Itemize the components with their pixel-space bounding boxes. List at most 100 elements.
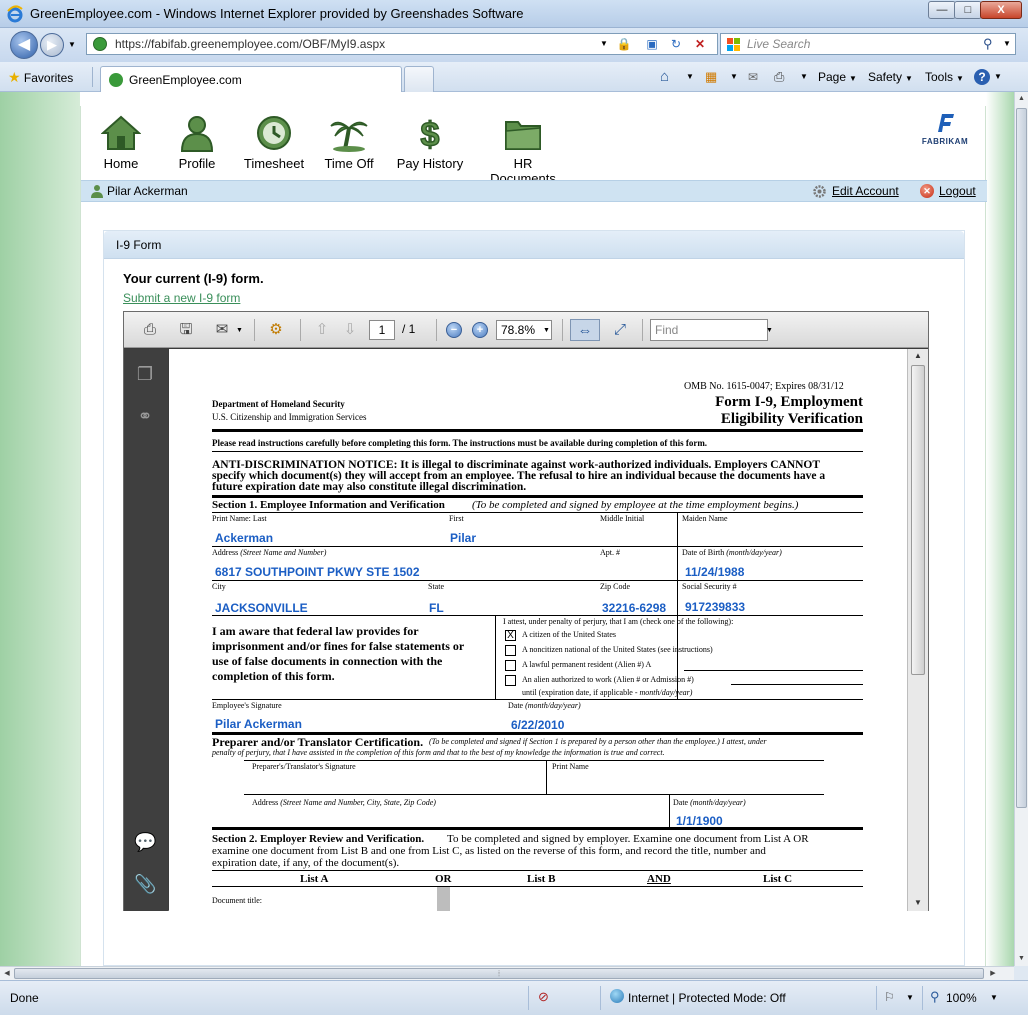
pdf-scroll-thumb[interactable]	[911, 365, 925, 675]
next-page-icon[interactable]: ⇩	[338, 319, 362, 341]
search-magnifier-icon[interactable]: ⚲	[983, 36, 993, 52]
url-field[interactable]: https://fabifab.greenemployee.com/OBF/My…	[86, 33, 718, 55]
logout-link[interactable]: Logout	[939, 184, 976, 198]
submit-new-i9-link[interactable]: Submit a new I-9 form	[123, 291, 240, 305]
compatibility-icon[interactable]: ▣	[643, 36, 661, 52]
label-dob-text: Date of Birth	[682, 548, 725, 557]
last-name-value[interactable]: Ackerman	[215, 531, 273, 545]
rule	[212, 870, 863, 871]
prev-page-icon[interactable]: ⇧	[310, 319, 334, 341]
zoom-level-text[interactable]: 100%	[946, 991, 977, 1005]
employee-signature-value[interactable]: Pilar Ackerman	[215, 717, 302, 731]
help-dropdown-icon[interactable]: ▼	[994, 68, 1002, 86]
ssn-value[interactable]: 917239833	[685, 600, 745, 614]
home-page-icon[interactable]: ⌂	[660, 68, 669, 86]
checkbox-noncitizen[interactable]	[505, 645, 516, 656]
page-menu[interactable]: Page ▼	[818, 68, 857, 86]
pdf-acrobat-icon[interactable]: ⚙	[264, 319, 288, 341]
print-dropdown-icon[interactable]: ▼	[800, 68, 808, 86]
mail-icon[interactable]: ✉	[748, 68, 758, 86]
maximize-button[interactable]: □	[954, 1, 982, 19]
find-dropdown-icon[interactable]: ▼	[766, 327, 773, 334]
pdf-email-dropdown-icon[interactable]: ▼	[236, 327, 243, 334]
city-value[interactable]: JACKSONVILLE	[215, 601, 308, 615]
stop-icon[interactable]: ✕	[691, 36, 709, 52]
protected-mode-dropdown-icon[interactable]: ▼	[906, 993, 914, 1002]
browser-horizontal-scrollbar[interactable]: ◀ ⦙ ▶	[0, 966, 1014, 980]
scroll-left-icon[interactable]: ◀	[0, 967, 14, 980]
find-input[interactable]: Find	[650, 319, 768, 341]
back-button[interactable]: ◀	[10, 31, 38, 59]
pdf-scrollbar[interactable]: ▲ ▼	[907, 349, 928, 911]
gear-icon[interactable]	[813, 185, 826, 198]
feeds-icon[interactable]: ▦	[705, 68, 717, 86]
vertical-scroll-thumb[interactable]	[1016, 108, 1027, 808]
until-label: until (expiration date, if applicable -	[522, 688, 638, 697]
history-dropdown-icon[interactable]: ▼	[68, 40, 76, 49]
address-value[interactable]: 6817 SOUTHPOINT PKWY STE 1502	[215, 565, 420, 579]
fit-page-icon[interactable]: ⤢	[608, 319, 632, 341]
zip-value[interactable]: 32216-6298	[602, 601, 666, 615]
pdf-save-icon[interactable]: 🖫	[174, 319, 198, 341]
nav-home[interactable]: Home	[97, 114, 145, 178]
search-options-icon[interactable]: ▼	[1003, 39, 1011, 48]
checkbox-alien[interactable]	[505, 675, 516, 686]
employee-date-value[interactable]: 6/22/2010	[511, 718, 564, 732]
page-number-input[interactable]: 1	[369, 320, 395, 340]
horizontal-scroll-thumb[interactable]: ⦙	[14, 968, 984, 979]
zoom-in-icon[interactable]: +	[472, 322, 488, 338]
state-value[interactable]: FL	[429, 601, 444, 615]
zoom-icon[interactable]: ⚲	[930, 989, 940, 1005]
new-tab-button[interactable]	[404, 66, 434, 92]
help-icon[interactable]: ?	[974, 69, 990, 85]
popup-blocker-icon[interactable]: ⊘	[538, 989, 549, 1005]
pdf-scroll-down-icon[interactable]: ▼	[908, 896, 928, 910]
omb-number: OMB No. 1615-0047; Expires 08/31/12	[684, 381, 844, 392]
lock-icon[interactable]: 🔒	[615, 36, 633, 52]
forward-button[interactable]: ▶	[40, 33, 64, 57]
search-input[interactable]: Live Search ⚲ ▼	[720, 33, 1016, 55]
zoom-out-icon[interactable]: −	[446, 322, 462, 338]
url-dropdown-icon[interactable]: ▼	[595, 36, 613, 52]
first-name-value[interactable]: Pilar	[450, 531, 476, 545]
scroll-up-icon[interactable]: ▲	[1015, 92, 1028, 106]
browser-vertical-scrollbar[interactable]: ▲ ▼	[1014, 92, 1028, 966]
zoom-dropdown-status-icon[interactable]: ▼	[990, 993, 998, 1002]
refresh-icon[interactable]: ↻	[667, 36, 685, 52]
dob-value[interactable]: 11/24/1988	[685, 565, 744, 579]
tools-menu[interactable]: Tools ▼	[925, 68, 964, 86]
protected-mode-icon[interactable]: ⚐	[884, 990, 895, 1004]
checkbox-citizen[interactable]: X	[505, 630, 516, 641]
internet-zone-icon	[610, 989, 624, 1003]
nav-profile[interactable]: Profile	[171, 114, 223, 178]
checkbox-lpr[interactable]	[505, 660, 516, 671]
favorites-button[interactable]: ★ Favorites	[8, 69, 73, 86]
nav-time-off[interactable]: Time Off	[321, 114, 377, 178]
pdf-scroll-up-icon[interactable]: ▲	[908, 349, 928, 363]
nav-pay-history[interactable]: $ Pay History	[395, 114, 465, 178]
minimize-button[interactable]: —	[928, 1, 956, 19]
comments-icon[interactable]: 💬	[134, 831, 156, 853]
edit-account-link[interactable]: Edit Account	[832, 184, 899, 198]
tab-greenemployee[interactable]: GreenEmployee.com	[100, 66, 402, 92]
safety-menu[interactable]: Safety ▼	[868, 68, 913, 86]
nav-timesheet[interactable]: Timesheet	[241, 114, 307, 178]
nav-hr-documents[interactable]: HR Documents	[479, 114, 567, 186]
preparer-date-value[interactable]: 1/1/1900	[676, 814, 723, 828]
binoculars-icon[interactable]: ⚭	[134, 405, 156, 427]
option-lpr: A lawful permanent resident (Alien #) A	[522, 660, 652, 669]
attachments-icon[interactable]: 📎	[134, 873, 156, 895]
fit-width-icon[interactable]: ⇔	[570, 319, 600, 341]
print-icon[interactable]: ⎙	[774, 68, 784, 86]
home-dropdown-icon[interactable]: ▼	[686, 68, 694, 86]
pdf-print-icon[interactable]: ⎙	[138, 319, 162, 341]
logout-icon[interactable]: ✕	[920, 184, 934, 198]
feeds-dropdown-icon[interactable]: ▼	[730, 68, 738, 86]
pages-panel-icon[interactable]: ❐	[134, 363, 156, 385]
label-document-title: Document title:	[212, 896, 262, 905]
scroll-right-icon[interactable]: ▶	[986, 967, 1000, 980]
scroll-down-icon[interactable]: ▼	[1015, 952, 1028, 966]
zoom-dropdown-icon[interactable]: ▼	[543, 327, 550, 334]
pdf-email-icon[interactable]: ✉	[210, 319, 234, 341]
close-button[interactable]: X	[980, 1, 1022, 19]
